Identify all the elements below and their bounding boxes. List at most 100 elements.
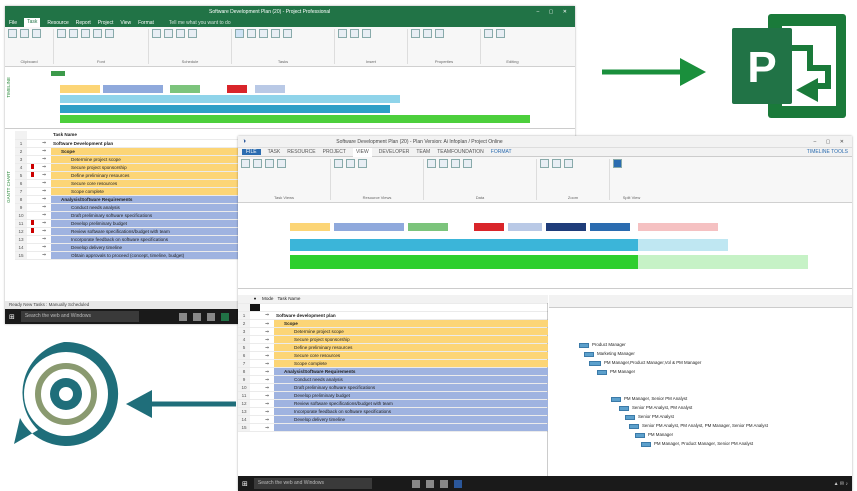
tab-team[interactable]: TEAM [416, 149, 430, 155]
task-name-cell[interactable]: Incorporate feedback on software specifi… [51, 235, 245, 244]
tab-task[interactable]: Task [24, 18, 41, 27]
timeline-bar[interactable] [290, 255, 640, 269]
table-row[interactable]: 4 ⇒ Secure project sponsorship [15, 163, 245, 172]
tab-project[interactable]: PROJECT [323, 149, 346, 155]
task-name-cell[interactable]: Conduct needs analysis [274, 375, 548, 384]
table-row[interactable]: 9 ⇒ Conduct needs analysis [15, 203, 245, 212]
tab-teamfoundation[interactable]: TEAMFOUNDATION [437, 149, 484, 155]
timeline-bar[interactable] [103, 85, 163, 93]
table-row[interactable]: 3 ⇒ Determine project scope [15, 155, 245, 164]
table-row[interactable]: 9 ⇒ Conduct needs analysis [238, 375, 548, 384]
task-name-cell[interactable]: Draft preliminary software specification… [274, 383, 548, 392]
task-name-cell[interactable]: Define preliminary resources [274, 343, 548, 352]
browser-icon[interactable] [425, 479, 434, 488]
tab-developer[interactable]: DEVELOPER [379, 149, 410, 155]
table-row[interactable]: 12 ⇒ Review software specifications/budget… [15, 227, 245, 236]
table-row[interactable]: 5 ⇒ Define preliminary resources [238, 343, 548, 352]
table-row[interactable]: 15 ⇒ [238, 423, 548, 432]
table-row[interactable]: 11 ⇒ Develop preliminary budget [15, 219, 245, 228]
task-name-cell[interactable]: Define preliminary resources [51, 171, 245, 180]
grid-header-row[interactable]: Task Name [15, 131, 245, 140]
timeline-bar[interactable] [546, 223, 586, 231]
table-row[interactable]: 1 ⇒ Software Development plan [15, 139, 245, 148]
system-tray[interactable]: ▲ ✉ ♪ [834, 481, 848, 487]
task-name-cell[interactable] [274, 423, 548, 432]
tell-me-box[interactable]: Tell me what you want to do [169, 20, 231, 26]
task-name-cell[interactable]: Analysis/Software Requirements [274, 367, 548, 376]
table-row[interactable]: 1 ⇒ Software development plan [238, 311, 548, 320]
project-app-icon[interactable] [453, 479, 462, 488]
timeline-pane[interactable]: TIMELINE [5, 67, 575, 129]
task-name-cell[interactable]: Scope [274, 319, 548, 328]
task-name-cell[interactable]: Develop preliminary budget [51, 219, 245, 228]
task-name-cell[interactable]: Task Name [51, 131, 245, 140]
tab-file[interactable]: File [9, 20, 17, 26]
timeline-bar[interactable] [60, 105, 390, 113]
taskbar-search[interactable]: Search the web and Windows [20, 311, 139, 322]
tab-format[interactable]: FORMAT [491, 149, 512, 155]
table-row[interactable]: 8 ⇒ Analysis/Software Requirements [238, 367, 548, 376]
timeline-bar[interactable] [508, 223, 542, 231]
table-row[interactable]: 12 ⇒ Review software specifications/budget… [238, 399, 548, 408]
table-row[interactable]: 4 ⇒ Secure project sponsorship [238, 335, 548, 344]
task-name-cell[interactable]: Develop preliminary budget [274, 391, 548, 400]
task-name-cell[interactable]: Secure core resources [274, 351, 548, 360]
table-row[interactable]: 6 ⇒ Secure core resources [238, 351, 548, 360]
timeline-bar[interactable] [590, 223, 630, 231]
table-row[interactable]: 10 ⇒ Draft preliminary software specificat… [15, 211, 245, 220]
tab-view[interactable]: VIEW [352, 147, 372, 157]
table-row[interactable]: 15 ⇒ Obtain approvals to proceed (concept,… [15, 251, 245, 260]
tab-format[interactable]: Format [138, 20, 154, 26]
timeline-bar[interactable] [408, 223, 448, 231]
table-row[interactable]: 14 ⇒ Develop delivery timeline [238, 415, 548, 424]
table-row[interactable]: 2 ⇒ Scope [238, 319, 548, 328]
task-name-cell[interactable]: Software Development plan [51, 139, 245, 148]
tab-resource[interactable]: RESOURCE [287, 149, 315, 155]
table-row[interactable]: 8 ⇒ Analysis/Software Requirements [15, 195, 245, 204]
timeline-bar[interactable] [290, 223, 330, 231]
gantt-bar[interactable] [635, 433, 645, 438]
start-icon[interactable]: ⊞ [9, 313, 15, 321]
gantt-bar[interactable] [629, 424, 639, 429]
table-row[interactable]: 2 ⇒ Scope [15, 147, 245, 156]
timeline-pane[interactable] [238, 203, 852, 289]
timeline-bar[interactable] [290, 239, 640, 251]
gantt-chart[interactable]: Product Manager Marketing Manager PM Manag… [549, 295, 852, 476]
gantt-bar[interactable] [619, 406, 629, 411]
task-name-cell[interactable]: Analysis/Software Requirements [51, 195, 245, 204]
gantt-bar[interactable] [584, 352, 594, 357]
gantt-bar[interactable] [641, 442, 651, 447]
window-controls[interactable]: – ▢ ✕ [537, 9, 571, 15]
file-explorer-icon[interactable] [439, 479, 448, 488]
table-row[interactable]: 11 ⇒ Develop preliminary budget [238, 391, 548, 400]
table-row[interactable]: 5 ⇒ Define preliminary resources [15, 171, 245, 180]
task-name-cell[interactable]: Draft preliminary software specification… [51, 211, 245, 220]
tab-file[interactable]: FILE [242, 149, 261, 155]
timeline-bar[interactable] [60, 95, 400, 103]
table-row[interactable]: 13 ⇒ Incorporate feedback on software spec… [238, 407, 548, 416]
gantt-bar[interactable] [611, 397, 621, 402]
timeline-bar[interactable] [170, 85, 200, 93]
task-name-cell[interactable]: Incorporate feedback on software specifi… [274, 407, 548, 416]
task-name-cell[interactable]: Secure core resources [51, 179, 245, 188]
task-name-cell[interactable]: Review software specifications/budget wi… [51, 227, 245, 236]
start-icon[interactable]: ⊞ [242, 480, 248, 488]
task-name-cell[interactable]: Conduct needs analysis [51, 203, 245, 212]
window-controls[interactable]: – ▢ ✕ [814, 139, 848, 145]
task-name-cell[interactable]: Obtain approvals to proceed (concept, ti… [51, 251, 245, 260]
tab-report[interactable]: Report [76, 20, 91, 26]
timeline-bar[interactable] [60, 115, 530, 123]
timeline-bar[interactable] [227, 85, 247, 93]
task-name-cell[interactable]: Scope complete [274, 359, 548, 368]
gantt-bar[interactable] [579, 343, 589, 348]
table-row[interactable]: 13 ⇒ Incorporate feedback on software spec… [15, 235, 245, 244]
table-row[interactable]: 7 ⇒ Scope complete [238, 359, 548, 368]
timeline-bar[interactable] [474, 223, 504, 231]
gantt-bar[interactable] [597, 370, 607, 375]
tab-resource[interactable]: Resource [47, 20, 68, 26]
project-app-icon[interactable] [220, 312, 229, 321]
table-row[interactable]: 10 ⇒ Draft preliminary software specificat… [238, 383, 548, 392]
task-name-cell[interactable]: Review software specifications/budget wi… [274, 399, 548, 408]
gantt-bar[interactable] [625, 415, 635, 420]
task-view-icon[interactable] [178, 312, 187, 321]
